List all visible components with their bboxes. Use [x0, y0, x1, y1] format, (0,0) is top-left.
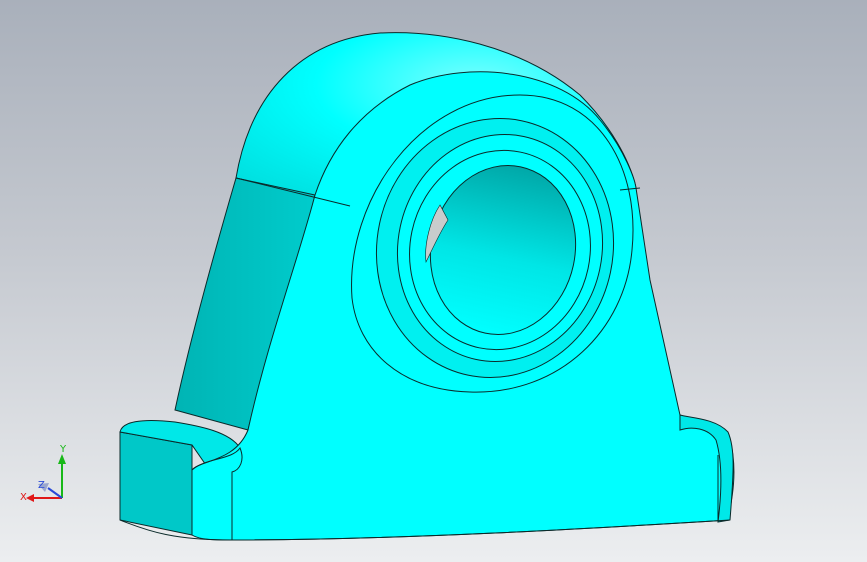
- z-axis-label: Z: [38, 480, 45, 491]
- x-axis-arrow-icon: [26, 494, 34, 502]
- graphics-viewport[interactable]: Y X Z: [0, 0, 867, 562]
- z-axis-line: [47, 487, 63, 499]
- bearing-housing-model[interactable]: [0, 0, 867, 562]
- coordinate-triad[interactable]: Y X Z: [18, 440, 78, 510]
- y-axis-arrow-icon: [58, 454, 66, 464]
- base-left-side: [119, 431, 193, 536]
- y-axis-label: Y: [59, 444, 67, 455]
- x-axis-label: X: [20, 492, 27, 503]
